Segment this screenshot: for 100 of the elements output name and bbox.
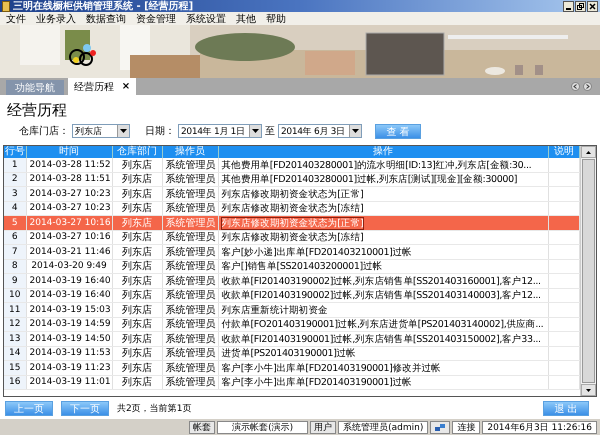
- table-cell: 系统管理员: [166, 203, 216, 214]
- row-number: 6: [12, 232, 18, 242]
- row-number: 8: [12, 261, 18, 272]
- scroll-up-icon[interactable]: [581, 146, 596, 158]
- table-cell: 2014-03-19 15:03: [30, 304, 111, 315]
- table-row[interactable]: 11 2014-03-19 15:03 列东店 系统管理员 列东店重新统计期初资金: [4, 302, 580, 318]
- table-cell: 列东店: [122, 218, 152, 229]
- scroll-left-icon[interactable]: [571, 82, 580, 92]
- table-row[interactable]: 13 2014-03-19 14:50 列东店 系统管理员 收款单[FI201403190001]过帐,列东店销售单[SS201403150002],客户33...: [4, 332, 580, 346]
- logo-icon: [68, 43, 98, 67]
- table-cell: 2014-03-21 11:46: [30, 246, 111, 257]
- row-number: 9: [12, 276, 18, 286]
- menu-item[interactable]: 数据查询: [86, 12, 126, 26]
- table-cell: 列东店: [122, 377, 152, 388]
- table-cell: 系统管理员: [166, 174, 216, 186]
- to-label: 至: [265, 125, 275, 138]
- menu-item[interactable]: 资金管理: [136, 12, 176, 26]
- app-icon: [2, 0, 10, 12]
- table-row[interactable]: 1 2014-03-28 11:52 列东店 系统管理员 其他费用单[FD201403280001]的流水明细[ID:13]红冲,列东店[金额:30...: [4, 158, 580, 172]
- page-title: 经营历程: [6, 100, 68, 120]
- table-row[interactable]: 6 2014-03-27 10:16 列东店 系统管理员 列东店修改期初资金状态为[冻结]: [4, 230, 580, 245]
- table-cell: 列东店修改期初资金状态为[正常]: [222, 218, 364, 229]
- menu-item[interactable]: 文件: [6, 12, 26, 26]
- tab-label: 经营历程: [74, 80, 114, 94]
- table-cell: 系统管理员: [166, 218, 216, 229]
- page-info: 共2页，当前第1页: [117, 402, 192, 415]
- table-row[interactable]: 8 2014-03-20 9:49 列东店 系统管理员 客户[]销售单[SS201403200001]过帐: [4, 259, 580, 274]
- table-row[interactable]: 2 2014-03-28 11:51 列东店 系统管理员 其他费用单[FD201403280001]过帐,列东店[测试][现金][金额:30000]: [4, 172, 580, 187]
- date-label: 日期：: [145, 124, 175, 138]
- table-row[interactable]: 7 2014-03-21 11:46 列东店 系统管理员 客户[妙小递]出库单[FD201403210001]过帐: [4, 244, 580, 260]
- table-cell: 付款单[FO201403190001]过帐,列东店进货单[PS201403140002],供应商...: [222, 319, 544, 330]
- menu-item[interactable]: 业务录入: [36, 12, 76, 26]
- table-cell: 2014-03-27 10:23: [30, 203, 111, 214]
- row-number: 3: [12, 188, 18, 199]
- table-cell: 其他费用单[FD201403280001]的流水明细[ID:13]红冲,列东店[金额:30...: [222, 160, 532, 171]
- close-button[interactable]: [587, 0, 598, 12]
- table-cell: 收款单[FI201403190001]过帐,列东店销售单[SS201403150002],客户33...: [222, 334, 541, 345]
- vertical-scrollbar[interactable]: [580, 146, 596, 396]
- table-cell: 收款单[FI201403190002]过帐,列东店销售单[SS201403140003],客户12...: [222, 290, 541, 302]
- table-cell: 客户[]销售单[SS201403200001]过帐: [222, 261, 382, 272]
- table-row[interactable]: 9 2014-03-19 16:40 列东店 系统管理员 收款单[FI201403190002]过帐,列东店销售单[SS201403160001],客户12...: [4, 274, 580, 288]
- table-cell: 进货单[PS201403190001]过帐: [222, 348, 356, 360]
- scroll-right-icon[interactable]: [583, 82, 592, 92]
- table-row[interactable]: 16 2014-03-19 11:01 列东店 系统管理员 客户[李小牛]出库单[FD201403190001]过帐: [4, 375, 580, 390]
- table-cell: 2014-03-28 11:51: [30, 174, 111, 184]
- user-label: 用户: [310, 420, 336, 434]
- row-number: 4: [12, 203, 18, 214]
- table-cell: 2014-03-28 11:52: [30, 160, 111, 170]
- table-cell: 列东店: [122, 304, 152, 316]
- table-cell: 系统管理员: [166, 261, 216, 272]
- table-row[interactable]: 14 2014-03-19 11:53 列东店 系统管理员 进货单[PS201403190001]过帐: [4, 346, 580, 361]
- minimize-button[interactable]: [563, 0, 574, 12]
- end-date-picker[interactable]: 2014年 6月 3日: [278, 124, 362, 138]
- table-cell: 2014-03-19 11:53: [30, 348, 111, 358]
- table-cell: 系统管理员: [166, 290, 216, 302]
- close-tab-button[interactable]: ×: [122, 81, 130, 92]
- table-row[interactable]: 3 2014-03-27 10:23 列东店 系统管理员 列东店修改期初资金状态为[正常]: [4, 186, 580, 202]
- store-dropdown[interactable]: 列东店: [72, 124, 130, 138]
- table-cell: 列东店: [122, 203, 152, 214]
- table-cell: 2014-03-27 10:16: [30, 218, 111, 228]
- table-cell: 收款单[FI201403190002]过帐,列东店销售单[SS201403160001],客户12...: [222, 276, 541, 287]
- table-cell: 系统管理员: [166, 232, 216, 244]
- row-number: 2: [12, 174, 18, 184]
- table-cell: 列东店修改期初资金状态为[冻结]: [222, 203, 364, 214]
- table-cell: 系统管理员: [166, 334, 216, 345]
- table-cell: 列东店: [122, 232, 152, 244]
- table-cell: 系统管理员: [166, 246, 216, 258]
- start-date-picker[interactable]: 2014年 1月 1日: [178, 124, 262, 138]
- table-cell: 系统管理员: [166, 276, 216, 287]
- restore-button[interactable]: [575, 0, 586, 12]
- tab-label: 功能导航: [15, 82, 55, 95]
- menu-item[interactable]: 系统设置: [186, 12, 226, 26]
- table-row[interactable]: 12 2014-03-19 14:59 列东店 系统管理员 付款单[FO201403190001]过帐,列东店进货单[PS201403140002],供应商...: [4, 317, 580, 332]
- menu-item[interactable]: 其他: [236, 12, 256, 26]
- user-field: 系统管理员(admin): [338, 420, 428, 434]
- table-cell: 列东店: [122, 348, 152, 360]
- table-cell: 系统管理员: [166, 188, 216, 200]
- menu-item[interactable]: 帮助: [266, 12, 286, 26]
- row-number: 10: [9, 290, 20, 300]
- table-cell: 列东店: [122, 246, 152, 258]
- table-cell: 列东店: [122, 290, 152, 302]
- table-cell: 客户[李小牛]出库单[FD201403190001]修改并过帐: [222, 362, 441, 374]
- window-title: 三明在线橱柜供销管理系统 - [经营历程]: [13, 0, 194, 13]
- table-cell: 2014-03-20 9:49: [31, 261, 107, 272]
- scroll-down-icon[interactable]: [581, 384, 596, 396]
- table-cell: 系统管理员: [166, 362, 216, 374]
- row-number: 12: [9, 319, 20, 330]
- row-number: 1: [12, 160, 18, 170]
- table-row[interactable]: 10 2014-03-19 16:40 列东店 系统管理员 收款单[FI201403190002]过帐,列东店销售单[SS201403140003],客户12...: [4, 288, 580, 303]
- connection-status: 连接: [452, 420, 480, 434]
- table-cell: 系统管理员: [166, 304, 216, 316]
- tab[interactable]: 经营历程 ×: [68, 78, 136, 96]
- row-number: 7: [12, 246, 18, 257]
- table-cell: 列东店修改期初资金状态为[冻结]: [222, 232, 364, 244]
- table-cell: 列东店重新统计期初资金: [222, 304, 328, 316]
- table-row[interactable]: 15 2014-03-19 11:23 列东店 系统管理员 客户[李小牛]出库单[FD201403190001]修改并过帐: [4, 360, 580, 376]
- table-cell: 列东店: [122, 334, 152, 345]
- account-label: 帐套: [189, 420, 216, 434]
- row-number: 15: [9, 362, 20, 373]
- row-number: 16: [9, 377, 20, 388]
